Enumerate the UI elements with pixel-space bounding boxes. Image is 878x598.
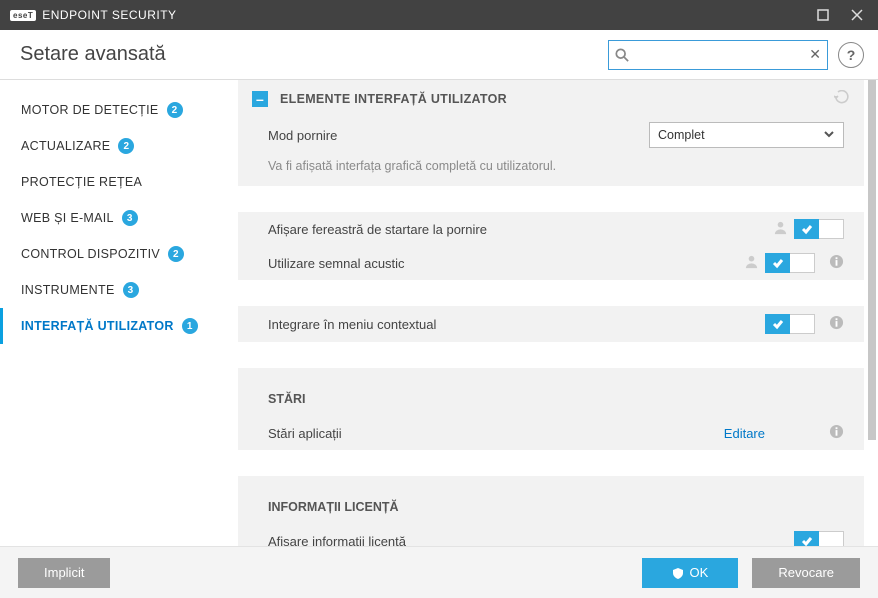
row-license-show: Afișare informații licență [238, 524, 864, 546]
info-icon[interactable] [829, 424, 844, 442]
clear-search-icon[interactable]: ✕ [809, 46, 821, 63]
sidebar-item-update[interactable]: ACTUALIZARE 2 [0, 128, 238, 164]
sidebar: MOTOR DE DETECȚIE 2 ACTUALIZARE 2 PROTEC… [0, 80, 238, 546]
sidebar-badge: 3 [122, 210, 138, 226]
sidebar-badge: 2 [167, 102, 183, 118]
brand: eseT ENDPOINT SECURITY [10, 8, 177, 22]
splash-toggle[interactable] [794, 219, 844, 239]
page-title: Setare avansată [20, 43, 166, 66]
maximize-icon[interactable] [816, 8, 830, 22]
sidebar-badge: 2 [118, 138, 134, 154]
scrollbar[interactable] [868, 80, 876, 440]
sidebar-item-web-email[interactable]: WEB ȘI E-MAIL 3 [0, 200, 238, 236]
search-input[interactable]: ✕ [608, 40, 828, 70]
sidebar-item-label: PROTECȚIE REȚEA [21, 175, 142, 189]
help-button[interactable]: ? [838, 42, 864, 68]
sidebar-badge: 2 [168, 246, 184, 262]
section-header-license: INFORMAȚII LICENȚĂ [238, 490, 864, 524]
search-icon [615, 48, 629, 62]
shield-icon [672, 567, 684, 579]
sidebar-item-tools[interactable]: INSTRUMENTE 3 [0, 272, 238, 308]
sidebar-item-label: INTERFAȚĂ UTILIZATOR [21, 319, 174, 333]
section-header-ui-elements: – ELEMENTE INTERFAȚĂ UTILIZATOR [238, 80, 864, 118]
section-header-statuses: STĂRI [238, 382, 864, 416]
sidebar-badge: 1 [182, 318, 198, 334]
row-splash: Afișare fereastră de startare la pornire [238, 212, 864, 246]
product-name: ENDPOINT SECURITY [42, 8, 176, 22]
row-start-mode: Mod pornire Complet [238, 118, 864, 152]
context-label: Integrare în meniu contextual [268, 317, 436, 332]
default-button[interactable]: Implicit [18, 558, 110, 588]
collapse-icon[interactable]: – [252, 91, 268, 107]
row-context-menu: Integrare în meniu contextual [238, 306, 864, 342]
footer: Implicit OK Revocare [0, 546, 878, 598]
row-start-mode-hint: Va fi afișată interfața grafică completă… [238, 152, 864, 186]
window-controls [816, 8, 870, 22]
sound-label: Utilizare semnal acustic [268, 256, 405, 271]
sidebar-item-label: MOTOR DE DETECȚIE [21, 103, 159, 117]
sidebar-item-label: CONTROL DISPOZITIV [21, 247, 160, 261]
sidebar-badge: 3 [123, 282, 139, 298]
row-sound: Utilizare semnal acustic [238, 246, 864, 280]
license-show-label: Afișare informații licență [268, 534, 406, 547]
section-title: ELEMENTE INTERFAȚĂ UTILIZATOR [280, 92, 507, 106]
sidebar-item-detection[interactable]: MOTOR DE DETECȚIE 2 [0, 92, 238, 128]
titlebar: eseT ENDPOINT SECURITY [0, 0, 878, 30]
chevron-down-icon [823, 128, 835, 143]
close-icon[interactable] [850, 8, 864, 22]
user-icon [744, 254, 759, 272]
check-icon [765, 253, 790, 273]
license-show-toggle[interactable] [794, 531, 844, 546]
content-pane: – ELEMENTE INTERFAȚĂ UTILIZATOR Mod porn… [238, 80, 878, 546]
sidebar-item-label: INSTRUMENTE [21, 283, 115, 297]
sidebar-item-device-control[interactable]: CONTROL DISPOZITIV 2 [0, 236, 238, 272]
start-mode-hint: Va fi afișată interfața grafică completă… [268, 153, 556, 185]
sidebar-item-label: ACTUALIZARE [21, 139, 110, 153]
check-icon [794, 531, 819, 546]
row-app-statuses: Stări aplicații Editare [238, 416, 864, 450]
check-icon [794, 219, 819, 239]
sound-toggle[interactable] [765, 253, 815, 273]
statuses-label: Stări aplicații [268, 426, 342, 441]
brand-logo: eseT [10, 10, 36, 21]
start-mode-dropdown[interactable]: Complet [649, 122, 844, 148]
statuses-edit-link[interactable]: Editare [724, 426, 765, 441]
sidebar-item-user-interface[interactable]: INTERFAȚĂ UTILIZATOR 1 [0, 308, 238, 344]
check-icon [765, 314, 790, 334]
body: MOTOR DE DETECȚIE 2 ACTUALIZARE 2 PROTEC… [0, 80, 878, 546]
ok-button[interactable]: OK [642, 558, 738, 588]
search-field[interactable] [629, 48, 809, 62]
info-icon[interactable] [829, 254, 844, 272]
info-icon[interactable] [829, 315, 844, 333]
dropdown-value: Complet [658, 128, 705, 142]
splash-label: Afișare fereastră de startare la pornire [268, 222, 487, 237]
start-mode-label: Mod pornire [268, 128, 337, 143]
undo-icon[interactable] [834, 90, 850, 109]
cancel-button[interactable]: Revocare [752, 558, 860, 588]
user-icon [773, 220, 788, 238]
sidebar-item-network[interactable]: PROTECȚIE REȚEA [0, 164, 238, 200]
header: Setare avansată ✕ ? [0, 30, 878, 80]
context-toggle[interactable] [765, 314, 815, 334]
sidebar-item-label: WEB ȘI E-MAIL [21, 211, 114, 225]
ok-label: OK [689, 565, 708, 580]
